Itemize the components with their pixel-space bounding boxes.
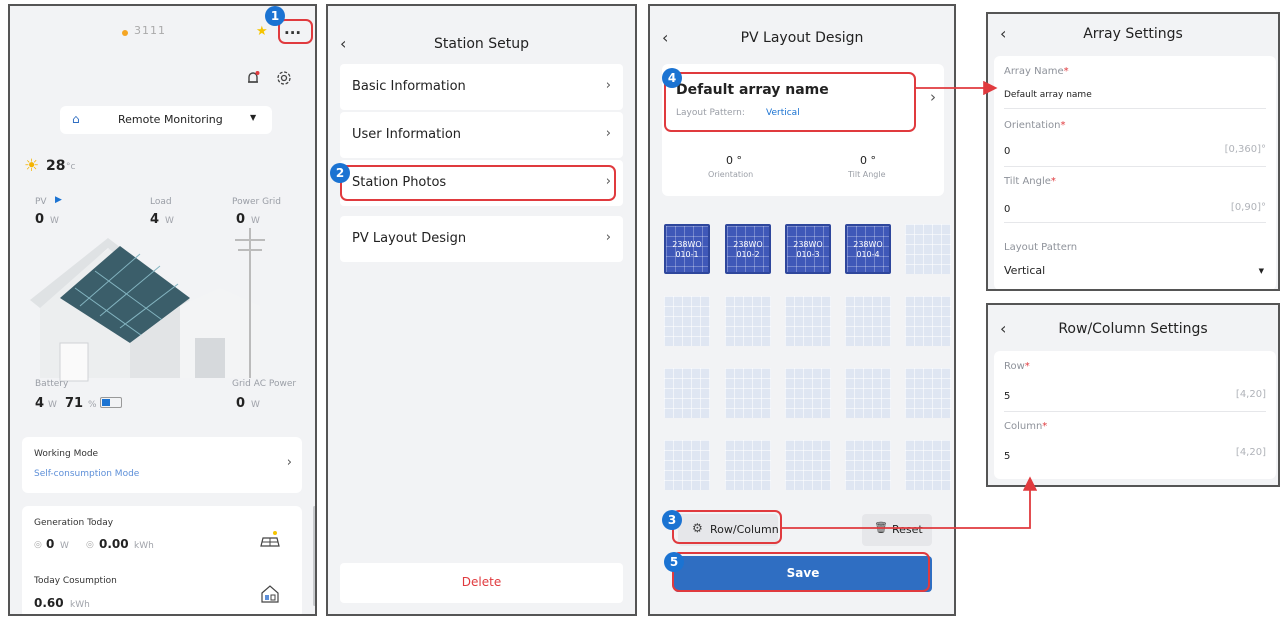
flow-arrows: [782, 80, 1038, 529]
